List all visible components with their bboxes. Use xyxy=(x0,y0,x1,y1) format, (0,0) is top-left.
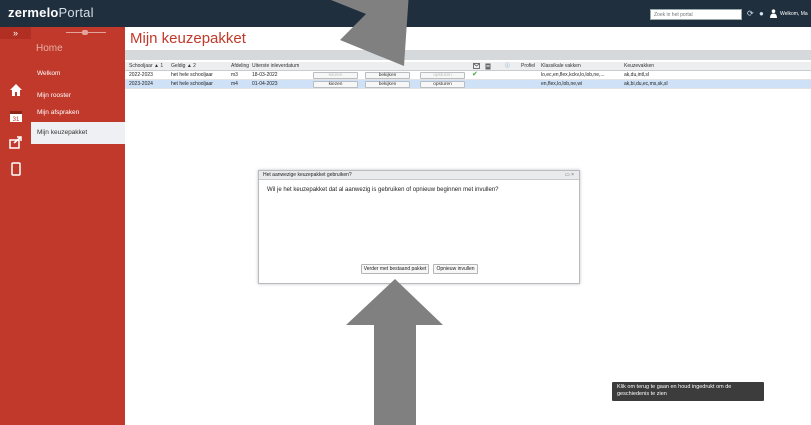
calendar-icon[interactable]: 31 xyxy=(0,105,31,127)
dialog-title-bar: Het aanwezige keuzepakket gebruiken? ▭ × xyxy=(259,171,579,180)
table-row[interactable]: 2023-2024 het hele schooljaar m4 01-04-2… xyxy=(125,80,811,89)
cell-uiterste: 01-04-2023 xyxy=(252,81,278,87)
user-icon[interactable] xyxy=(770,9,777,21)
col-klassikale-vakken[interactable]: Klassikale vakken xyxy=(541,63,581,70)
cell-afdeling: m4 xyxy=(231,81,238,87)
use-existing-package-dialog: Het aanwezige keuzepakket gebruiken? ▭ ×… xyxy=(258,170,580,284)
page-title: Mijn keuzepakket xyxy=(130,30,246,47)
col-uiterste-inleverdatum[interactable]: Uiterste inleverdatum xyxy=(252,63,299,70)
user-welcome[interactable]: Welkom, Ma xyxy=(780,11,808,17)
kiezen-button[interactable]: kiezen xyxy=(313,81,358,88)
checkmark-icon: ✔ xyxy=(472,71,478,78)
portal-search-input[interactable] xyxy=(650,9,742,20)
table-header: Schooljaar ▲ 1 Geldig ▲ 2 Afdeling Uiter… xyxy=(125,62,811,71)
refresh-icon[interactable]: ⟳ xyxy=(747,9,754,19)
cell-klassikale: en,flex,lo,lob,ne,wi xyxy=(541,81,583,87)
cell-keuzevakken: ak,du,intl,sl xyxy=(624,72,650,78)
dialog-title: Het aanwezige keuzepakket gebruiken? xyxy=(263,172,352,178)
cell-geldig: het hele schooljaar xyxy=(171,81,213,87)
cell-uiterste: 18-03-2022 xyxy=(252,72,278,78)
cell-schooljaar: 2022-2023 xyxy=(129,72,153,78)
cell-schooljaar: 2023-2024 xyxy=(129,81,153,87)
col-geldig[interactable]: Geldig ▲ 2 xyxy=(171,63,196,70)
bekijken-button[interactable]: bekijken xyxy=(365,72,410,79)
double-chevron-right-icon[interactable]: » xyxy=(0,27,31,39)
tablet-icon[interactable] xyxy=(0,158,31,180)
cell-afdeling: m3 xyxy=(231,72,238,78)
top-bar: zermeloPortal ⟳ ● Welkom, Ma xyxy=(0,0,811,27)
sidebar-item-mijn-keuzepakket[interactable]: Mijn keuzepakket xyxy=(31,122,125,144)
kiezen-button[interactable]: kiezen xyxy=(313,72,358,79)
help-icon[interactable]: ● xyxy=(759,9,764,19)
keuzepakket-table: Schooljaar ▲ 1 Geldig ▲ 2 Afdeling Uiter… xyxy=(125,62,811,89)
app-logo[interactable]: zermeloPortal xyxy=(8,5,94,20)
resize-handle[interactable] xyxy=(66,30,106,35)
info-icon[interactable]: ⓘ xyxy=(505,63,510,70)
col-keuzevakken[interactable]: Keuzevakken xyxy=(624,63,654,70)
nav-icon-strip: 31 xyxy=(0,27,31,425)
bekijken-button[interactable]: bekijken xyxy=(365,81,410,88)
continue-existing-button[interactable]: Verder met bestaand pakket xyxy=(361,264,429,274)
col-profiel[interactable]: Profiel xyxy=(521,63,535,70)
dialog-message: Wil je het keuzepakket dat al aanwezig i… xyxy=(267,187,499,193)
table-row[interactable]: 2022-2023 het hele schooljaar m3 18-03-2… xyxy=(125,71,811,80)
sidebar-item-mijn-afspraken[interactable]: Mijn afspraken xyxy=(31,102,125,124)
cell-keuzevakken: ak,bi,du,ec,ms,sk,sl xyxy=(624,81,668,87)
sidebar-item-welkom[interactable]: Welkom xyxy=(31,63,125,85)
toolbar xyxy=(125,50,811,60)
side-menu-home: Home xyxy=(36,43,63,54)
back-button-tooltip: Klik om terug te gaan en houd ingedrukt … xyxy=(612,382,764,401)
cell-geldig: het hele schooljaar xyxy=(171,72,213,78)
col-afdeling[interactable]: Afdeling xyxy=(231,63,249,70)
home-icon[interactable] xyxy=(0,79,31,101)
side-menu: Home Welkom Mijn rooster Mijn afspraken … xyxy=(31,27,125,425)
svg-text:31: 31 xyxy=(12,117,19,123)
share-icon[interactable] xyxy=(0,131,31,153)
restart-button[interactable]: Opnieuw invullen xyxy=(433,264,478,274)
opsturen-button[interactable]: opsturen xyxy=(420,81,465,88)
col-schooljaar[interactable]: Schooljaar ▲ 1 xyxy=(129,63,163,70)
arrow-up-icon xyxy=(346,279,443,425)
opsturen-button[interactable]: opsturen xyxy=(420,72,465,79)
cell-klassikale: lo,ec,en,flex,kckv,lo,lob,ne,... xyxy=(541,72,605,78)
dialog-window-controls[interactable]: ▭ × xyxy=(565,173,574,178)
